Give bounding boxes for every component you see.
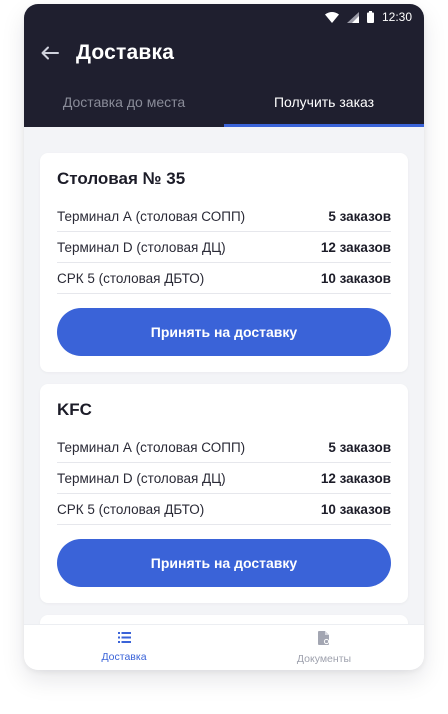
nav-delivery[interactable]: Доставка [24,625,224,670]
order-count: 12 заказов [320,239,391,255]
terminal-row: Терминал D (столовая ДЦ) 12 заказов [57,463,391,494]
terminal-row: СРК 5 (столовая ДБТО) 10 заказов [57,494,391,525]
status-bar: 12:30 [24,4,424,30]
terminal-name: Терминал А (столовая СОПП) [57,208,246,224]
bottom-nav: Доставка Документы [24,624,424,670]
terminal-name: СРК 5 (столовая ДБТО) [57,501,205,517]
nav-delivery-label: Доставка [101,651,147,663]
terminal-row: Терминал А (столовая СОПП) 5 заказов [57,432,391,463]
phone-frame: 12:30 Доставка Доставка до места Получит… [24,4,424,670]
app-bar: 12:30 Доставка Доставка до места Получит… [24,4,424,127]
nav-documents-label: Документы [296,652,352,665]
terminal-row: Терминал А (столовая СОПП) 5 заказов [57,201,391,232]
order-count: 10 заказов [320,270,391,286]
terminal-name: Терминал D (столовая ДЦ) [57,470,226,486]
restaurant-card: KFC Терминал А (столовая СОПП) 5 заказов… [40,384,408,603]
restaurant-title: KFC [57,400,92,419]
restaurant-title: Столовая № 35 [57,169,186,188]
terminal-row: Терминал D (столовая ДЦ) 12 заказов [57,232,391,263]
terminal-name: СРК 5 (столовая ДБТО) [57,270,205,286]
order-count: 10 заказов [320,501,391,517]
order-count: 5 заказов [328,439,391,455]
restaurant-card: Столовая № 35 Терминал А (столовая СОПП)… [40,153,408,372]
nav-documents[interactable]: Документы [224,625,424,670]
order-count: 5 заказов [328,208,391,224]
terminal-name: Терминал D (столовая ДЦ) [57,239,226,255]
list-icon [117,632,131,646]
tab-get-order[interactable]: Получить заказ [224,77,424,127]
tab-bar: Доставка до места Получить заказ [24,77,424,127]
page-title: Доставка [76,41,175,64]
orders-list: Столовая № 35 Терминал А (столовая СОПП)… [24,127,424,624]
document-icon [318,630,330,648]
tab-delivery-to-place[interactable]: Доставка до места [24,77,224,127]
title-row: Доставка [24,30,424,76]
terminal-row: СРК 5 (столовая ДБТО) 10 заказов [57,263,391,294]
accept-delivery-button[interactable]: Принять на доставку [57,308,391,356]
status-time: 12:30 [381,10,412,24]
order-count: 12 заказов [320,470,391,486]
arrow-left-icon[interactable] [40,43,60,63]
terminal-name: Терминал А (столовая СОПП) [57,439,246,455]
wifi-icon [324,11,339,23]
signal-icon [346,11,359,23]
battery-icon [366,11,374,23]
restaurant-card-partial [40,615,408,624]
accept-delivery-button[interactable]: Принять на доставку [57,539,391,587]
